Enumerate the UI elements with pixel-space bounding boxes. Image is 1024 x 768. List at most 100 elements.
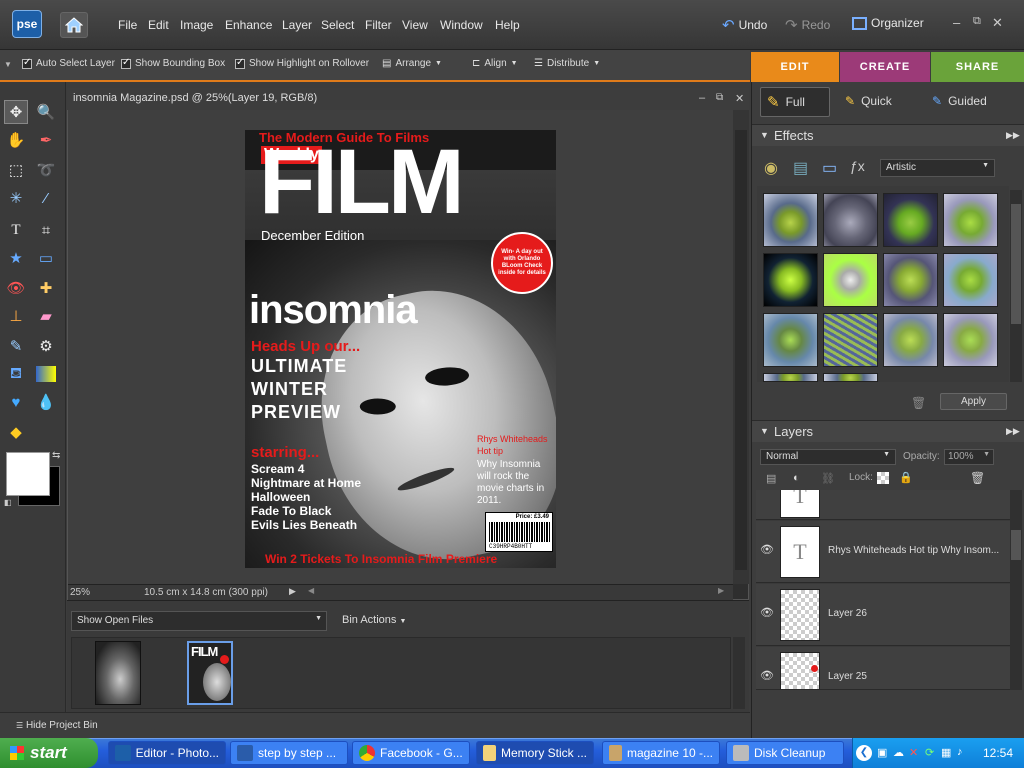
- scroll-left-icon[interactable]: ◀: [308, 586, 314, 595]
- doc-restore-icon[interactable]: ⧉: [716, 92, 723, 103]
- start-button[interactable]: start: [0, 738, 98, 768]
- menu-window[interactable]: Window: [440, 18, 483, 32]
- healing-brush-tool-icon[interactable]: ✚: [34, 276, 58, 300]
- menu-view[interactable]: View: [402, 18, 428, 32]
- layer-row[interactable]: 👁 T Rhys Whiteheads Hot tip Why Insom...: [756, 521, 1010, 583]
- tray-icon[interactable]: ▦: [941, 746, 951, 759]
- align-dropdown[interactable]: ⊏ Align ▼: [472, 58, 518, 69]
- panel-menu-icon[interactable]: ▶▶: [1006, 130, 1020, 141]
- shape-tool-icon[interactable]: ♥: [4, 390, 28, 414]
- effect-thumb[interactable]: [823, 193, 878, 247]
- all-effects-icon[interactable]: ƒx: [850, 158, 865, 174]
- menu-file[interactable]: File: [118, 18, 137, 32]
- effects-scrollbar[interactable]: [1010, 190, 1022, 382]
- effect-thumb[interactable]: [823, 373, 878, 382]
- layer-row[interactable]: 👁 Layer 26: [756, 584, 1010, 646]
- effect-thumb[interactable]: [883, 193, 938, 247]
- trash-icon[interactable]: 🗑: [911, 396, 926, 410]
- type-tool-icon[interactable]: T: [4, 218, 28, 242]
- quick-mode-button[interactable]: ✎ Quick: [845, 94, 892, 108]
- lasso-tool-icon[interactable]: ➰: [34, 158, 58, 182]
- new-layer-icon[interactable]: ▤: [766, 472, 776, 485]
- effect-thumb[interactable]: [943, 193, 998, 247]
- tab-share[interactable]: SHARE: [931, 52, 1024, 82]
- vertical-scrollbar[interactable]: [733, 110, 749, 584]
- magazine-cover[interactable]: The Modern Guide To Films Weekly FILM De…: [245, 130, 556, 568]
- scroll-right-icon[interactable]: ▶: [718, 586, 724, 595]
- effect-thumb[interactable]: [823, 313, 878, 367]
- taskbar-item[interactable]: Disk Cleanup: [726, 741, 844, 765]
- effect-thumb[interactable]: [763, 253, 818, 307]
- menu-help[interactable]: Help: [495, 18, 520, 32]
- effect-thumb[interactable]: [883, 253, 938, 307]
- menu-image[interactable]: Image: [180, 18, 213, 32]
- bin-actions-menu[interactable]: Bin Actions ▼: [342, 614, 406, 626]
- volume-icon[interactable]: ♪: [957, 746, 963, 758]
- crop-tool-icon[interactable]: ⌗: [34, 218, 58, 242]
- paint-bucket-tool-icon[interactable]: ⛾: [4, 362, 28, 386]
- delete-layer-icon[interactable]: 🗑: [970, 471, 985, 485]
- marquee-tool-icon[interactable]: ⬚: [4, 158, 28, 182]
- restore-icon[interactable]: ⧉: [973, 15, 981, 28]
- tab-edit[interactable]: EDIT: [751, 52, 839, 82]
- tray-icon[interactable]: ⟳: [925, 746, 934, 759]
- menu-enhance[interactable]: Enhance: [225, 18, 272, 32]
- organizer-button[interactable]: Organizer: [852, 16, 924, 30]
- foreground-color-swatch[interactable]: [6, 452, 50, 496]
- cookie-cutter-tool-icon[interactable]: ★: [4, 246, 28, 270]
- layer-styles-icon[interactable]: ▤: [793, 158, 808, 178]
- doc-minimize-icon[interactable]: –: [699, 92, 705, 104]
- visibility-eye-icon[interactable]: 👁: [760, 669, 774, 682]
- link-layers-icon[interactable]: ⛓: [821, 472, 835, 485]
- eraser-tool-icon[interactable]: ▰: [34, 304, 58, 328]
- guided-mode-button[interactable]: ✎ Guided: [932, 94, 987, 108]
- distribute-dropdown[interactable]: ☰ Distribute ▼: [534, 58, 600, 69]
- swap-colors-icon[interactable]: ⇆: [52, 450, 60, 461]
- move-tool-icon[interactable]: ✥: [4, 100, 28, 124]
- straighten-tool-icon[interactable]: ▭: [34, 246, 58, 270]
- full-mode-button[interactable]: ✎ Full: [760, 87, 830, 117]
- minimize-icon[interactable]: –: [953, 15, 960, 30]
- effects-category-dropdown[interactable]: Artistic ▼: [880, 159, 995, 177]
- bounding-box-checkbox[interactable]: Show Bounding Box: [121, 57, 225, 69]
- layers-panel-header[interactable]: ▼ Layers ▶▶: [752, 420, 1024, 442]
- taskbar-item[interactable]: step by step ...: [230, 741, 348, 765]
- undo-button[interactable]: ↶ Undo: [722, 16, 767, 34]
- effect-thumb[interactable]: [763, 373, 818, 382]
- tray-icon[interactable]: ✕: [909, 746, 918, 759]
- layer-row[interactable]: 👁 Layer 25: [756, 647, 1010, 690]
- photo-effects-icon[interactable]: ▭: [822, 158, 837, 178]
- adjustment-layer-icon[interactable]: ◐: [793, 472, 800, 484]
- menu-edit[interactable]: Edit: [148, 18, 169, 32]
- lock-all-icon[interactable]: 🔒: [899, 471, 913, 484]
- effects-panel-header[interactable]: ▼ Effects ▶▶: [752, 124, 1024, 146]
- panel-menu-icon[interactable]: ▶▶: [1006, 426, 1020, 437]
- close-icon[interactable]: ✕: [992, 15, 1003, 31]
- lock-transparency-icon[interactable]: [877, 472, 889, 484]
- effect-thumb[interactable]: [943, 253, 998, 307]
- status-menu-icon[interactable]: ▶: [289, 586, 296, 597]
- taskbar-item[interactable]: Facebook - G...: [352, 741, 470, 765]
- default-colors-icon[interactable]: ◧: [4, 498, 12, 507]
- taskbar-item[interactable]: Editor - Photo...: [108, 741, 226, 765]
- clock[interactable]: 12:54: [983, 746, 1013, 760]
- effect-thumb[interactable]: [883, 313, 938, 367]
- doc-close-icon[interactable]: ✕: [735, 92, 744, 105]
- blend-mode-dropdown[interactable]: Normal ▼: [760, 449, 896, 465]
- arrange-dropdown[interactable]: ▤ Arrange ▼: [382, 58, 442, 69]
- visibility-eye-icon[interactable]: 👁: [760, 606, 774, 619]
- effect-thumb[interactable]: [943, 313, 998, 367]
- show-open-files-dropdown[interactable]: Show Open Files ▼: [71, 611, 327, 631]
- taskbar-item[interactable]: Memory Stick ...: [476, 741, 594, 765]
- layer-row-partial[interactable]: T: [756, 490, 1010, 520]
- gradient-tool-icon[interactable]: [36, 366, 56, 382]
- effect-thumb[interactable]: [763, 193, 818, 247]
- layers-scrollbar[interactable]: [1010, 490, 1022, 690]
- tray-expand-icon[interactable]: ❮: [856, 745, 872, 761]
- auto-select-checkbox[interactable]: Auto Select Layer: [22, 57, 115, 69]
- tab-create[interactable]: CREATE: [840, 52, 930, 82]
- visibility-eye-icon[interactable]: 👁: [760, 543, 774, 556]
- hide-project-bin-button[interactable]: ☰ Hide Project Bin: [16, 720, 98, 731]
- filters-icon[interactable]: ◉: [764, 158, 778, 178]
- blur-tool-icon[interactable]: 💧: [34, 390, 58, 414]
